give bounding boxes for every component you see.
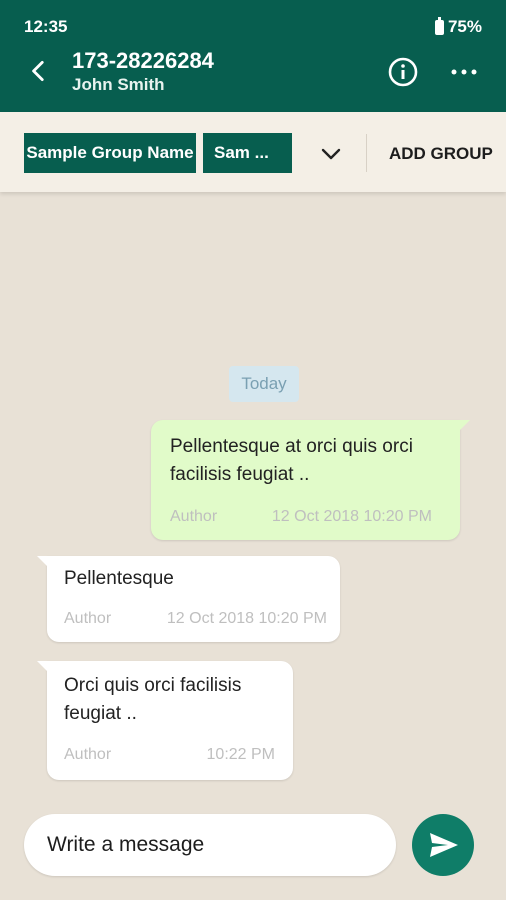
message-author: Author	[64, 746, 112, 763]
date-separator: Today	[229, 366, 299, 402]
message-timestamp: 12 Oct 2018 10:20 PM	[271, 508, 432, 525]
contact-number: 173-28226284	[72, 48, 214, 73]
send-icon	[430, 833, 458, 857]
message-text: Pellentesque	[64, 568, 174, 589]
group-chip-sample-group-name[interactable]: Sample Group Name	[24, 133, 196, 173]
status-battery: 75%	[434, 16, 482, 37]
back-arrow-icon[interactable]	[26, 58, 52, 84]
status-time: 12:35	[24, 17, 68, 36]
more-icon[interactable]	[450, 66, 478, 78]
add-group-button[interactable]: ADD GROUP	[389, 144, 493, 164]
chevron-down-icon[interactable]	[319, 142, 343, 166]
message-author: Author	[170, 508, 218, 525]
app-header: 12:35 75% 173-28226284 John Smith	[0, 0, 506, 112]
group-chip-truncated[interactable]: Sam ...	[203, 133, 292, 173]
message-timestamp: 12 Oct 2018 10:20 PM	[166, 610, 327, 627]
battery-icon	[434, 16, 444, 35]
battery-percentage: 75%	[447, 17, 482, 36]
info-icon[interactable]	[387, 56, 419, 88]
incoming-message[interactable]: Orci quis orci facilisis feugiat .. Auth…	[37, 661, 293, 780]
message-timestamp: 10:22 PM	[206, 746, 275, 763]
message-input[interactable]: Write a message	[24, 814, 396, 876]
message-author: Author	[64, 610, 112, 627]
group-bar-divider	[366, 134, 367, 172]
incoming-message[interactable]: Pellentesque Author 12 Oct 2018 10:20 PM	[37, 556, 340, 642]
message-text: Orci quis orci facilisis feugiat ..	[64, 675, 242, 724]
message-text: Pellentesque at orci quis orci facilisis…	[170, 436, 413, 485]
send-button[interactable]	[412, 814, 474, 876]
outgoing-message[interactable]: Pellentesque at orci quis orci facilisis…	[151, 420, 470, 540]
contact-name: John Smith	[72, 75, 165, 94]
